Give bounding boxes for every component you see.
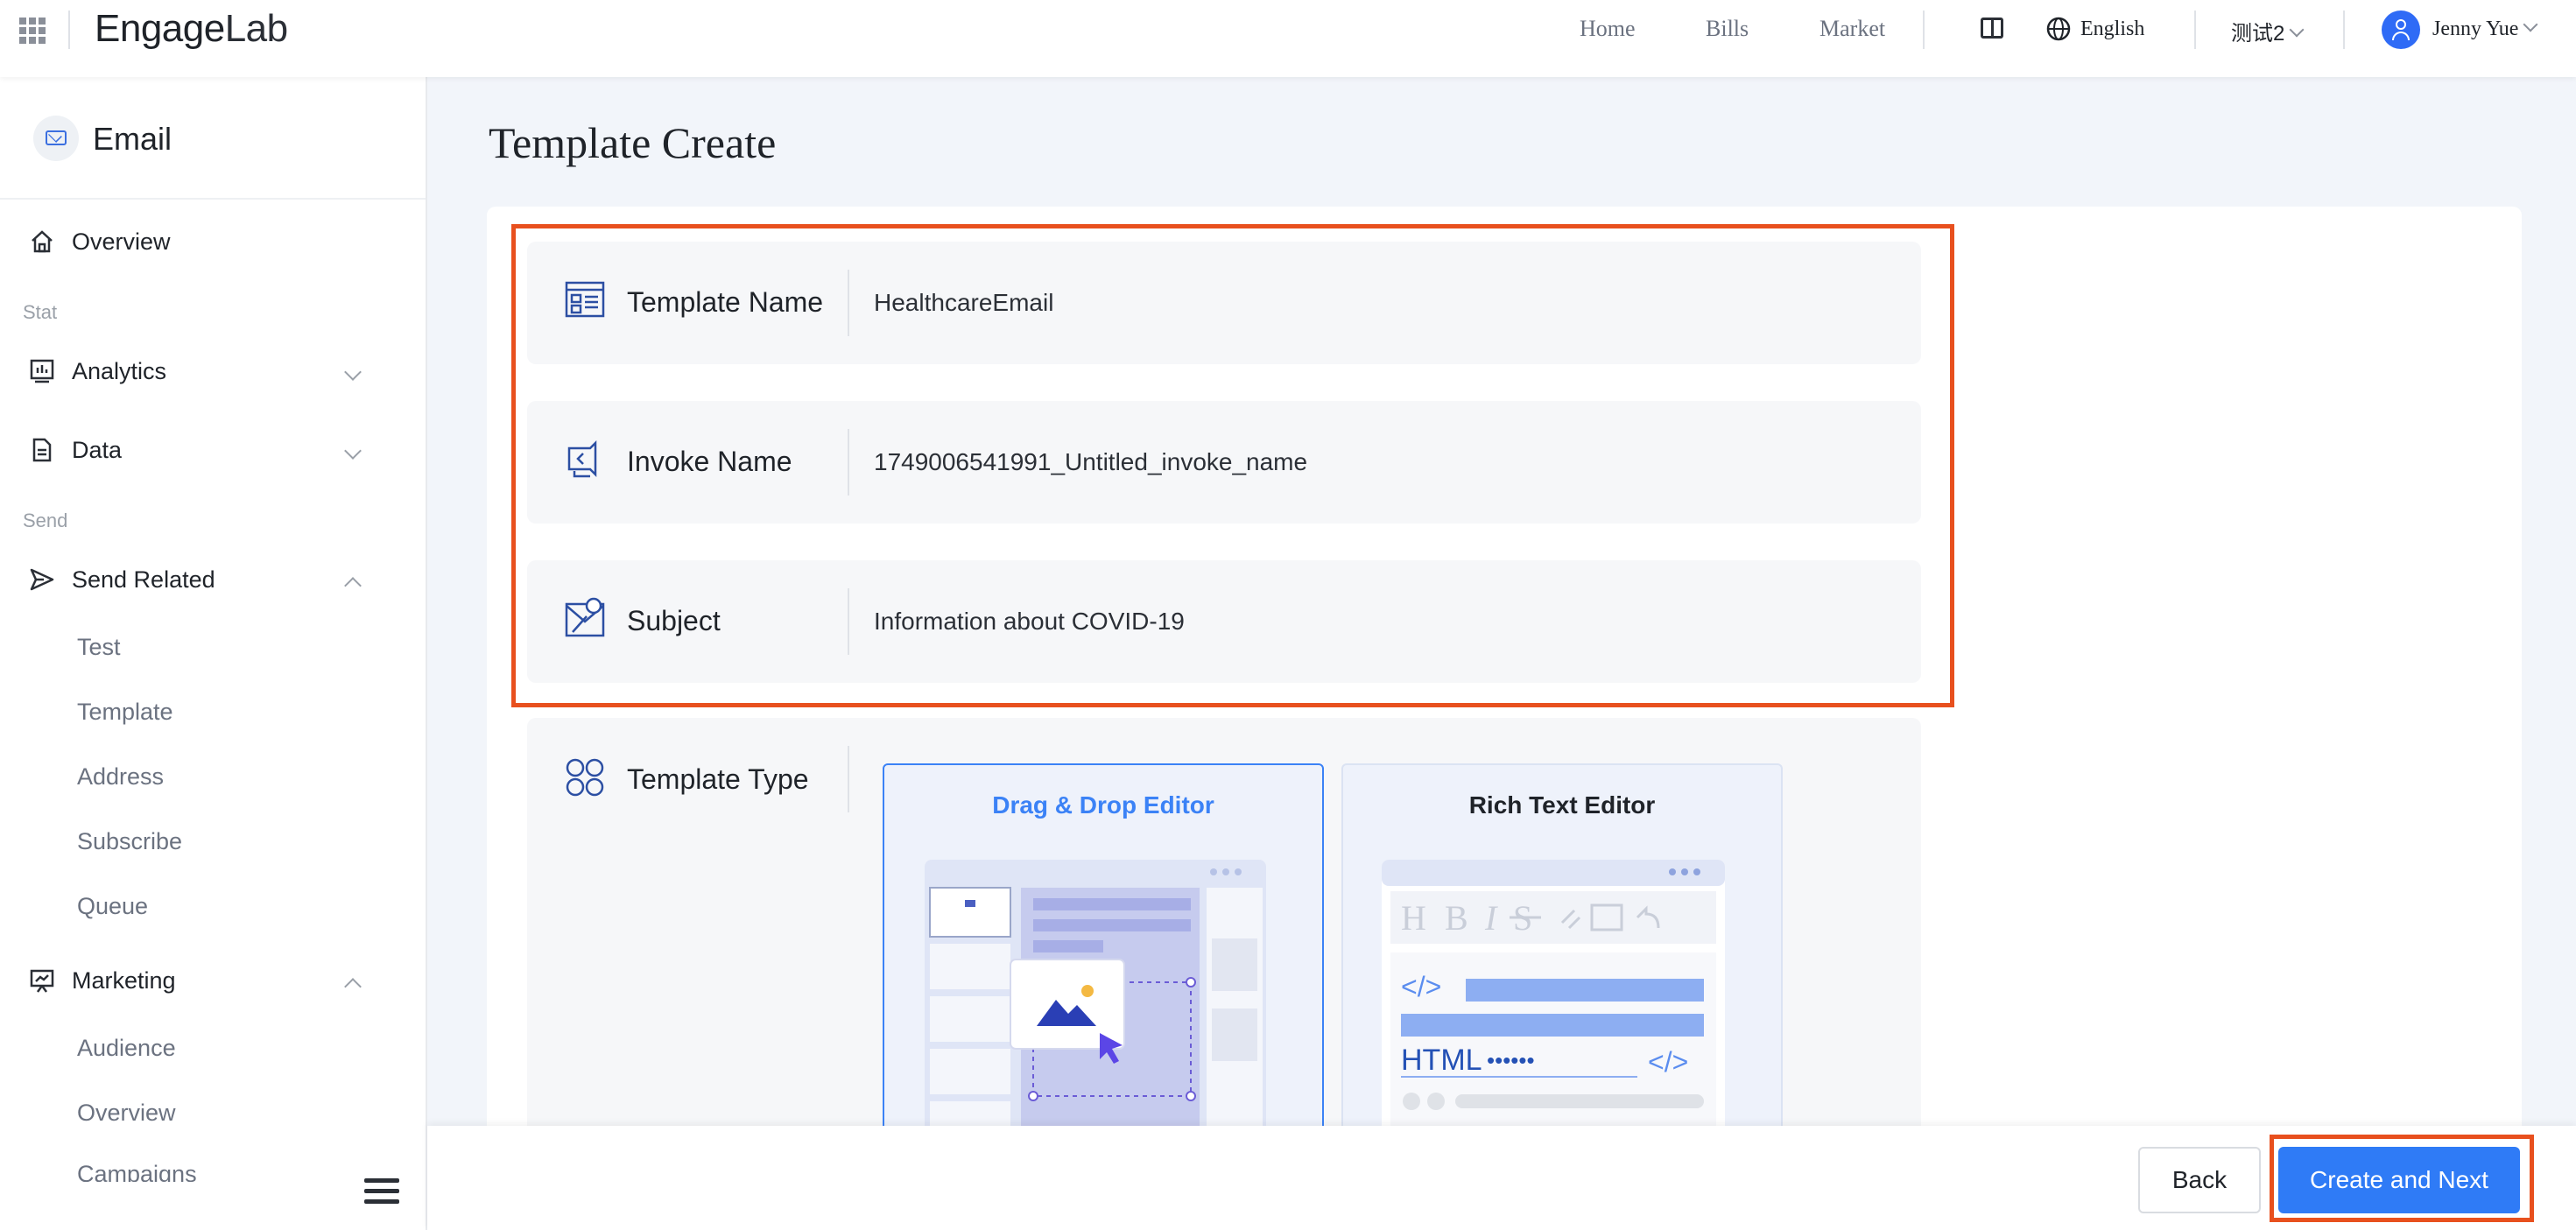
button-highlight-box — [2270, 1135, 2534, 1222]
language-selector[interactable]: English — [2080, 18, 2144, 41]
chevron-down-icon[interactable] — [344, 363, 362, 381]
sidebar-item-marketing-overview[interactable]: Overview — [77, 1100, 176, 1127]
sidebar-item-address[interactable]: Address — [77, 763, 164, 791]
sidebar-item-subscribe[interactable]: Subscribe — [77, 828, 182, 855]
send-icon — [30, 568, 54, 591]
document-icon — [32, 438, 52, 462]
header-divider — [68, 11, 70, 49]
nav-home[interactable]: Home — [1580, 16, 1636, 42]
engagelab-logo[interactable]: EngageLab — [95, 7, 288, 51]
nav-market[interactable]: Market — [1819, 16, 1885, 42]
sidebar-group-send: Send — [23, 510, 68, 531]
svg-text:••••••: •••••• — [1487, 1047, 1535, 1073]
top-header: EngageLab Home Bills Market English 测试2 … — [0, 0, 2576, 77]
rich-text-illustration: H B I S </> HTML •••••• </> — [1382, 860, 1725, 1140]
sidebar-item-campaigns[interactable]: Campaigns — [77, 1164, 197, 1182]
chevron-down-icon — [2289, 22, 2305, 38]
sidebar-item-data[interactable]: Data — [28, 436, 122, 464]
sidebar-group-stat: Stat — [23, 301, 58, 323]
svg-text:I: I — [1484, 898, 1498, 938]
sidebar-item-overview[interactable]: Overview — [28, 228, 171, 256]
sidebar-item-audience[interactable]: Audience — [77, 1035, 176, 1062]
rich-text-editor-title: Rich Text Editor — [1468, 791, 1656, 819]
sidebar: Email Overview Stat Analytics Data Send — [0, 77, 427, 1230]
chevron-up-icon[interactable] — [344, 577, 362, 594]
sidebar-item-queue[interactable]: Queue — [77, 893, 148, 920]
drag-drop-editor-option[interactable]: Drag & Drop Editor — [883, 763, 1324, 1173]
sidebar-title: Email — [93, 121, 172, 157]
sidebar-item-send-related[interactable]: Send Related — [28, 566, 215, 594]
docs-icon[interactable] — [1981, 18, 2003, 39]
header-divider — [1923, 11, 1925, 49]
nav-bills[interactable]: Bills — [1706, 16, 1749, 42]
html-text: HTML — [1401, 1044, 1482, 1077]
svg-text:B: B — [1445, 898, 1468, 938]
email-icon — [33, 116, 79, 161]
template-type-label: Template Type — [627, 763, 809, 795]
header-divider — [2194, 11, 2196, 49]
globe-icon[interactable] — [2045, 16, 2072, 42]
template-type-row: Template Type Drag & Drop Editor Rich Te… — [527, 718, 1921, 1173]
fields-highlight-box — [511, 224, 1954, 707]
sidebar-item-campaigns-clip: Campaigns — [77, 1164, 197, 1182]
code-tag-text: </> — [1401, 971, 1441, 1002]
chevron-up-icon[interactable] — [344, 978, 362, 995]
org-selector[interactable]: 测试2 — [2231, 16, 2305, 46]
header-divider — [2343, 11, 2345, 49]
user-menu[interactable]: Jenny Yue — [2432, 17, 2538, 41]
presentation-icon — [30, 969, 54, 993]
drag-drop-illustration — [925, 860, 1266, 1140]
page-title: Template Create — [489, 118, 777, 167]
home-icon — [32, 230, 53, 253]
back-button[interactable]: Back — [2138, 1147, 2261, 1213]
menu-collapse-icon[interactable] — [364, 1178, 399, 1208]
analytics-icon — [30, 359, 54, 383]
svg-text:</>: </> — [1648, 1046, 1688, 1078]
row-divider — [848, 746, 849, 812]
chevron-down-icon[interactable] — [344, 442, 362, 460]
user-avatar[interactable] — [2382, 11, 2420, 49]
chevron-down-icon — [2523, 17, 2538, 32]
sidebar-header: Email — [0, 77, 426, 200]
sidebar-item-analytics[interactable]: Analytics — [28, 357, 166, 385]
svg-text:H: H — [1401, 898, 1426, 938]
app-grid-icon[interactable] — [19, 18, 46, 44]
sidebar-item-template[interactable]: Template — [77, 699, 173, 726]
rich-text-editor-option[interactable]: Rich Text Editor H B I S </> HTML ••••••… — [1341, 763, 1783, 1173]
drag-drop-editor-title: Drag & Drop Editor — [992, 791, 1214, 819]
sidebar-item-marketing[interactable]: Marketing — [28, 966, 176, 995]
sidebar-item-test[interactable]: Test — [77, 634, 121, 661]
four-petal-icon — [566, 758, 604, 797]
